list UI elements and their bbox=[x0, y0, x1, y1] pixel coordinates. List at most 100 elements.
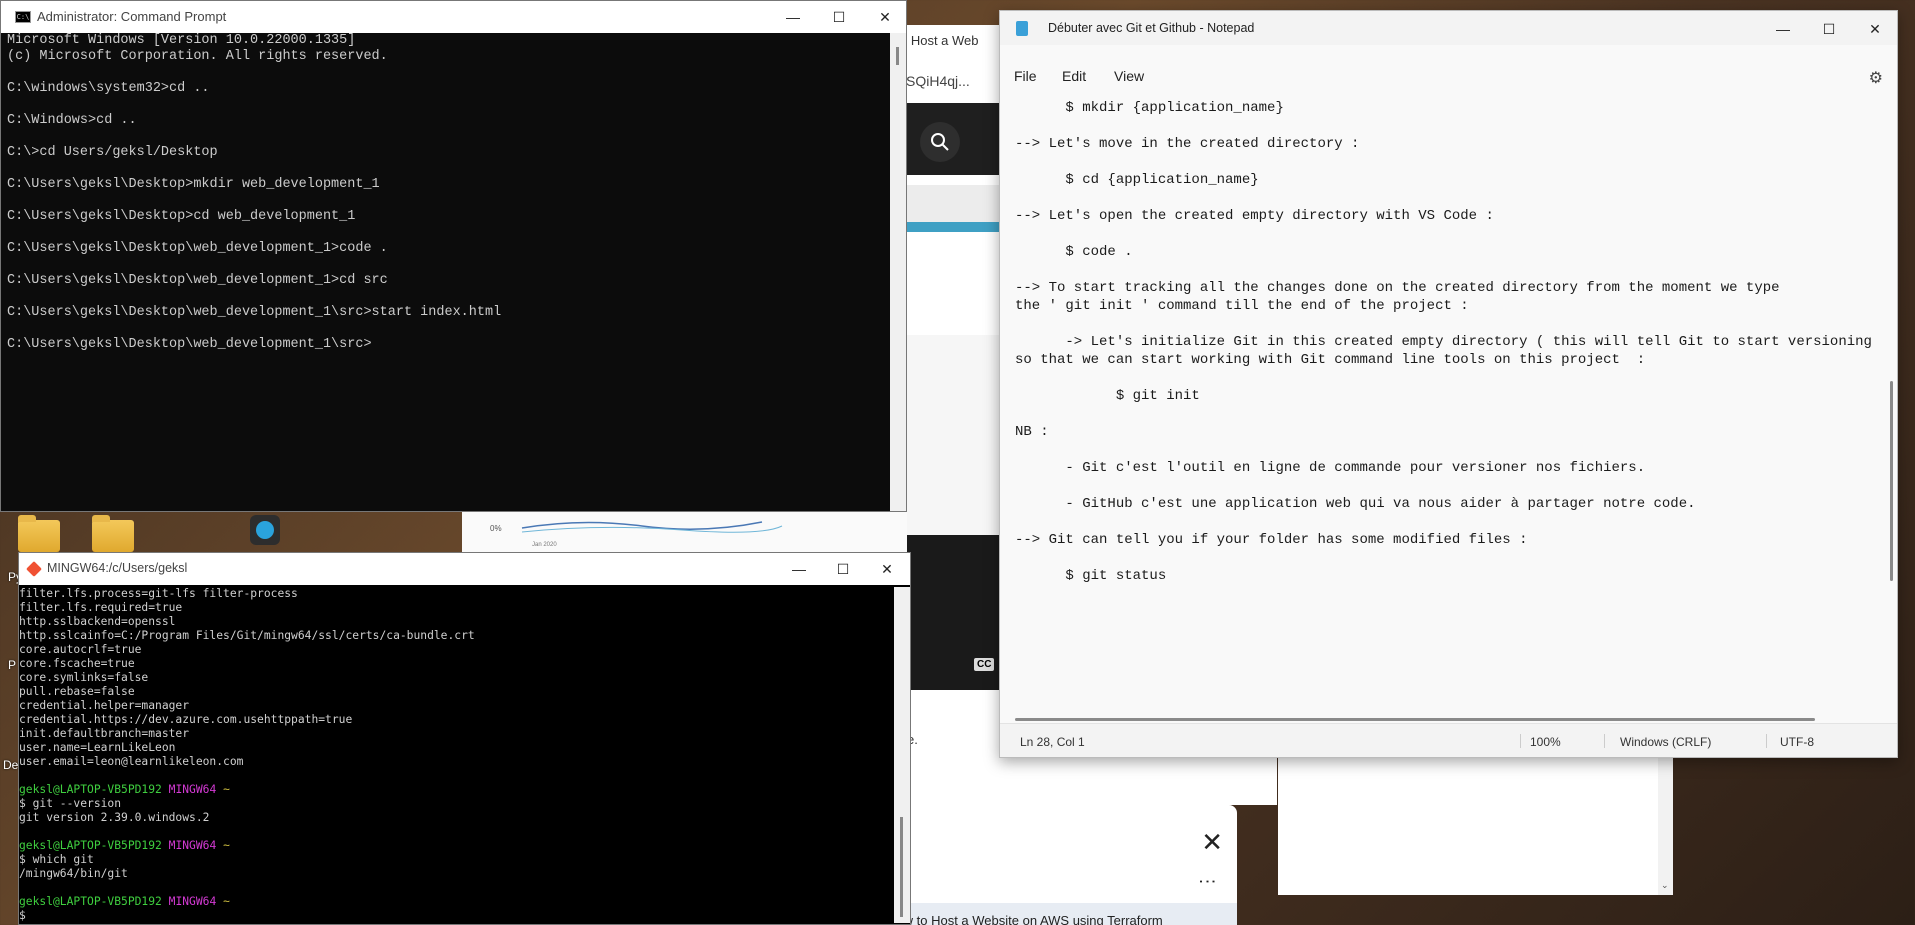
bash-output-line: user.email=leon@learnlikeleon.com bbox=[19, 755, 244, 768]
notepad-text-line: NB : bbox=[1015, 424, 1049, 440]
zoom-level: 100% bbox=[1530, 735, 1561, 749]
bash-output-line: filter.lfs.process=git-lfs filter-proces… bbox=[19, 587, 298, 600]
menu-file[interactable]: File bbox=[1014, 68, 1037, 84]
prompt-user: geksl@LAPTOP-VB5PD192 bbox=[19, 895, 162, 908]
mingw-titlebar[interactable]: MINGW64:/c/Users/geksl — ☐ ✕ bbox=[19, 553, 910, 585]
notepad-vertical-scrollbar[interactable] bbox=[1890, 381, 1893, 581]
cmd-line bbox=[7, 193, 887, 209]
close-button[interactable]: ✕ bbox=[864, 553, 910, 585]
cursor-position: Ln 28, Col 1 bbox=[1020, 735, 1085, 749]
notepad-horizontal-scrollbar[interactable] bbox=[1015, 718, 1815, 721]
prompt-dir: ~ bbox=[223, 839, 230, 852]
mingw-title: MINGW64:/c/Users/geksl bbox=[47, 561, 188, 575]
cmd-line bbox=[7, 129, 887, 145]
prompt-user: geksl@LAPTOP-VB5PD192 bbox=[19, 839, 162, 852]
notepad-text-line: - Git c'est l'outil en ligne de commande… bbox=[1015, 460, 1646, 476]
prompt-env: MINGW64 bbox=[168, 895, 217, 908]
notepad-text-line: $ code . bbox=[1015, 244, 1133, 260]
desktop-label-fragment-3: De bbox=[3, 758, 19, 772]
notepad-text-line: - GitHub c'est une application web qui v… bbox=[1015, 496, 1696, 512]
cmd-line: (c) Microsoft Corporation. All rights re… bbox=[7, 49, 388, 64]
search-button[interactable] bbox=[920, 122, 960, 162]
cmd-scroll-thumb[interactable] bbox=[896, 47, 899, 65]
bash-output-line: core.fscache=true bbox=[19, 657, 135, 670]
minimize-button[interactable]: — bbox=[776, 553, 822, 585]
bash-output-line: git version 2.39.0.windows.2 bbox=[19, 811, 210, 824]
cmd-title: Administrator: Command Prompt bbox=[37, 9, 227, 24]
notepad-text-line bbox=[1015, 189, 1875, 207]
notepad-text-line: $ git status bbox=[1015, 568, 1167, 584]
notepad-text-line: so that we can start working with Git co… bbox=[1015, 352, 1646, 368]
notepad-text-line bbox=[1015, 441, 1875, 459]
chevron-down-icon[interactable]: ⌄ bbox=[1661, 880, 1669, 891]
telegram-icon[interactable] bbox=[250, 515, 280, 545]
notepad-statusbar: Ln 28, Col 1 100% Windows (CRLF) UTF-8 bbox=[1000, 723, 1897, 757]
desktop-folder-1[interactable] bbox=[18, 515, 60, 552]
maximize-button[interactable]: ☐ bbox=[1806, 13, 1852, 45]
bash-output-line: $ bbox=[19, 909, 33, 922]
bash-output-line: pull.rebase=false bbox=[19, 685, 135, 698]
prompt-user: geksl@LAPTOP-VB5PD192 bbox=[19, 783, 162, 796]
popup-video-title: How to Host a Website on AWS using Terra… bbox=[887, 913, 1163, 925]
chart-date-label: Jan 2020 bbox=[532, 542, 557, 548]
notepad-text-line bbox=[1015, 153, 1875, 171]
bash-output-line: $ git --version bbox=[19, 797, 122, 810]
notepad-icon bbox=[1016, 21, 1028, 36]
notepad-text-line: --> Let's move in the created directory … bbox=[1015, 136, 1360, 152]
close-button[interactable]: ✕ bbox=[1852, 13, 1898, 45]
mingw-console[interactable]: filter.lfs.process=git-lfs filter-proces… bbox=[19, 587, 889, 923]
cmd-line: C:\windows\system32>cd .. bbox=[7, 81, 210, 96]
menu-edit[interactable]: Edit bbox=[1062, 68, 1086, 84]
cmd-line bbox=[7, 289, 887, 305]
cmd-line bbox=[7, 257, 887, 273]
prompt-dir: ~ bbox=[223, 783, 230, 796]
minimize-button[interactable]: — bbox=[770, 1, 816, 33]
cmd-line: C:\>cd Users/geksl/Desktop bbox=[7, 145, 218, 160]
bash-output-line: core.symlinks=false bbox=[19, 671, 149, 684]
gear-icon[interactable]: ⚙ bbox=[1869, 68, 1883, 88]
notepad-text-line: the ' git init ' command till the end of… bbox=[1015, 298, 1469, 314]
notepad-text-line: --> Let's open the created empty directo… bbox=[1015, 208, 1494, 224]
menu-view[interactable]: View bbox=[1114, 68, 1144, 84]
cmd-console[interactable]: Microsoft Windows [Version 10.0.22000.13… bbox=[7, 33, 887, 511]
close-icon[interactable]: ✕ bbox=[1201, 827, 1223, 858]
notepad-titlebar[interactable]: Débuter avec Git et Github - Notepad — ☐… bbox=[1000, 11, 1897, 45]
more-options-icon[interactable]: ⋮ bbox=[1197, 873, 1218, 889]
cmd-line: C:\Windows>cd .. bbox=[7, 113, 137, 128]
minimize-button[interactable]: — bbox=[1760, 13, 1806, 45]
notepad-window: Débuter avec Git et Github - Notepad — ☐… bbox=[999, 10, 1898, 758]
command-prompt-window: C:\ Administrator: Command Prompt — ☐ ✕ … bbox=[0, 0, 907, 512]
cmd-titlebar[interactable]: C:\ Administrator: Command Prompt — ☐ ✕ bbox=[1, 1, 906, 33]
mingw-scroll-thumb[interactable] bbox=[900, 817, 903, 917]
cmd-line bbox=[7, 65, 887, 81]
notepad-text-line: -> Let's initialize Git in this created … bbox=[1015, 334, 1875, 350]
git-bash-window: MINGW64:/c/Users/geksl — ☐ ✕ filter.lfs.… bbox=[18, 552, 911, 925]
mingw-scrollbar[interactable] bbox=[894, 587, 910, 923]
web-panel-right bbox=[1278, 755, 1673, 895]
bash-prompt-line: geksl@LAPTOP-VB5PD192 MINGW64 ~ bbox=[19, 783, 889, 797]
cmd-line bbox=[7, 161, 887, 177]
status-divider bbox=[1604, 734, 1605, 748]
cmd-line: C:\Users\geksl\Desktop\web_development_1… bbox=[7, 337, 372, 352]
bash-output-line bbox=[19, 825, 889, 839]
notepad-editor[interactable]: $ mkdir {application_name} --> Let's move… bbox=[1015, 99, 1875, 719]
desktop-folder-2[interactable] bbox=[92, 515, 134, 552]
bash-prompt-line: geksl@LAPTOP-VB5PD192 MINGW64 ~ bbox=[19, 839, 889, 853]
close-button[interactable]: ✕ bbox=[862, 1, 908, 33]
maximize-button[interactable]: ☐ bbox=[820, 553, 866, 585]
maximize-button[interactable]: ☐ bbox=[816, 1, 862, 33]
bash-prompt-line: geksl@LAPTOP-VB5PD192 MINGW64 ~ bbox=[19, 895, 889, 909]
cmd-scrollbar[interactable] bbox=[890, 33, 906, 511]
status-divider bbox=[1766, 734, 1767, 748]
notepad-title: Débuter avec Git et Github - Notepad bbox=[1048, 21, 1255, 35]
browser-tab-title[interactable]: o Host a Web bbox=[900, 33, 979, 48]
browser-url-fragment[interactable]: SQiH4qj... bbox=[906, 73, 970, 89]
notepad-text-line bbox=[1015, 261, 1875, 279]
cmd-line bbox=[7, 321, 887, 337]
captions-button[interactable]: CC bbox=[974, 658, 995, 671]
cmd-line bbox=[7, 225, 887, 241]
git-icon bbox=[26, 561, 42, 577]
bash-output-line: credential.https://dev.azure.com.usehttp… bbox=[19, 713, 353, 726]
status-divider bbox=[1520, 734, 1521, 748]
line-ending: Windows (CRLF) bbox=[1620, 735, 1712, 749]
